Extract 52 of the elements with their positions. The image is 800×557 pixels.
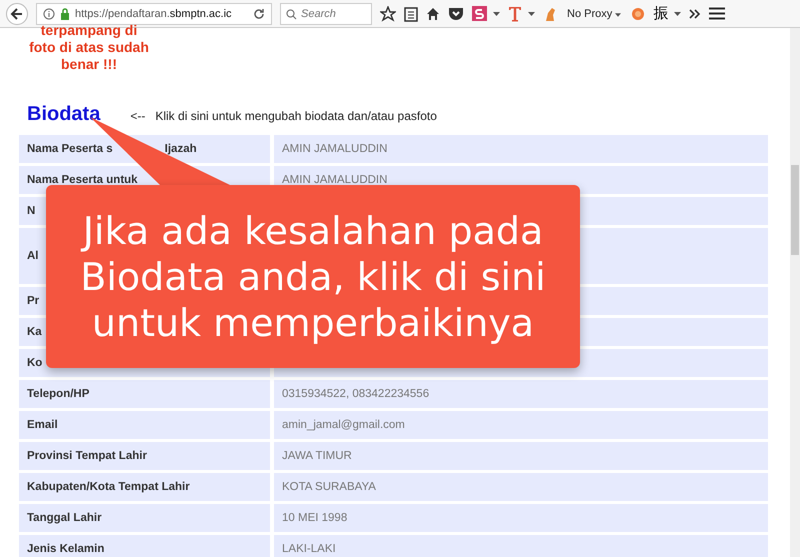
hint-text: <-- Klik di sini untuk mengubah biodata dan/atau pasfoto	[130, 109, 437, 123]
lock-icon	[60, 8, 70, 20]
reload-icon[interactable]	[253, 8, 265, 20]
url-text: https://pendaftaran.sbmptn.ac.ic	[75, 8, 232, 20]
label-text: Telepon/HP	[27, 388, 90, 400]
address-bar[interactable]: https://pendaftaran.sbmptn.ac.ic	[36, 2, 272, 24]
extension-icon[interactable]	[631, 6, 646, 20]
label-text: Nama Peserta s	[27, 143, 113, 155]
label-text: Tanggal Lahir	[27, 512, 102, 524]
value-text: JAWA TIMUR	[282, 450, 352, 462]
scrollbar[interactable]	[790, 28, 800, 557]
value-text: AMIN JAMALUDDIN	[282, 174, 388, 186]
label-text: N	[27, 205, 36, 217]
label-text: Provinsi Tempat Lahir	[27, 450, 147, 462]
back-button[interactable]	[6, 2, 28, 24]
label-text: Jenis Kelamin	[27, 543, 104, 555]
cjk-button[interactable]: 振	[653, 4, 668, 23]
dropdown-icon[interactable]	[528, 12, 535, 16]
back-icon	[10, 6, 24, 20]
label-text: Ko	[27, 357, 42, 369]
value-text: KOTA SURABAYA	[282, 481, 376, 493]
value-text: LAKI-LAKI	[282, 543, 336, 555]
label-text: Nama Peserta untuk	[27, 174, 138, 186]
value-text: amin_jamal@gmail.com	[282, 419, 405, 431]
value-text: 10 MEI 1998	[282, 512, 348, 524]
dropdown-icon[interactable]	[674, 12, 682, 16]
search-icon	[286, 8, 297, 20]
label-text: Al	[27, 250, 38, 262]
label-text: Pr	[27, 295, 40, 307]
value-text: AMIN JAMALUDDIN	[282, 143, 388, 155]
dropdown-icon[interactable]	[493, 12, 500, 16]
overflow-icon[interactable]	[689, 8, 702, 18]
home-icon[interactable]	[426, 6, 440, 20]
t-logo-icon[interactable]	[508, 6, 522, 22]
info-icon[interactable]	[43, 8, 55, 20]
s-logo-icon[interactable]	[472, 6, 487, 21]
value-text: 0315934522, 083422234556	[282, 388, 430, 400]
proxy-button[interactable]: No Proxy	[565, 8, 624, 20]
biodata-link[interactable]: Biodata	[27, 103, 100, 126]
label-text: Email	[27, 419, 58, 431]
notice-text: foto di atas sudah	[28, 39, 150, 56]
label-text: Ijazah	[164, 143, 197, 155]
pocket-icon[interactable]	[448, 6, 464, 20]
notice-text: terpampang di	[40, 22, 138, 39]
dropdown-icon	[615, 12, 622, 16]
notice-text: benar !!!	[60, 56, 118, 73]
label-text: Ka	[27, 326, 42, 338]
search-field[interactable]: Search	[280, 2, 372, 24]
label-text: Kabupaten/Kota Tempat Lahir	[27, 481, 190, 493]
clipboard-icon[interactable]	[404, 6, 418, 22]
menu-icon[interactable]	[709, 7, 726, 20]
star-icon[interactable]	[380, 6, 396, 22]
